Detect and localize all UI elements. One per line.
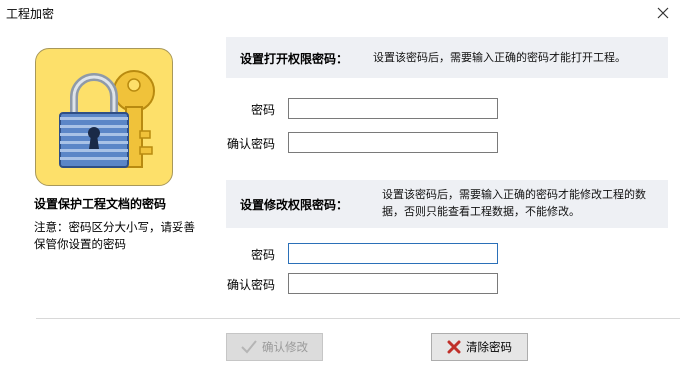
clear-password-button[interactable]: 清除密码 xyxy=(431,333,528,361)
modify-section-header: 设置修改权限密码： 设置该密码后，需要输入正确的密码才能修改工程的数据，否则只能… xyxy=(226,180,668,228)
confirm-modify-button[interactable]: 确认修改 xyxy=(226,333,323,361)
modify-confirm-input[interactable] xyxy=(288,273,498,294)
left-note: 注意：密码区分大小写，请妥善保管你设置的密码 xyxy=(34,220,195,251)
window-title: 工程加密 xyxy=(6,7,55,21)
left-heading: 设置保护工程文档的密码 xyxy=(34,197,167,211)
open-password-label: 密码 xyxy=(250,103,275,117)
open-section-header: 设置打开权限密码： 设置该密码后，需要输入正确的密码才能打开工程。 xyxy=(226,37,668,78)
modify-section-description: 设置该密码后，需要输入正确的密码才能修改工程的数据，否则只能查看工程数据，不能修… xyxy=(382,188,646,218)
modify-confirm-label: 确认密码 xyxy=(226,278,275,292)
modify-password-input[interactable] xyxy=(288,243,498,264)
modify-password-label: 密码 xyxy=(250,248,275,262)
red-x-icon xyxy=(447,340,461,354)
checkmark-icon xyxy=(241,340,257,354)
confirm-modify-label: 确认修改 xyxy=(262,340,308,354)
open-section-description: 设置该密码后，需要输入正确的密码才能打开工程。 xyxy=(373,51,626,64)
lock-key-icon xyxy=(35,48,173,186)
open-confirm-label: 确认密码 xyxy=(226,137,275,151)
open-password-input[interactable] xyxy=(288,98,498,119)
open-section-title: 设置打开权限密码： xyxy=(240,52,349,66)
open-confirm-input[interactable] xyxy=(288,132,498,153)
left-pane: 设置保护工程文档的密码 注意：密码区分大小写，请妥善保管你设置的密码 xyxy=(0,26,215,316)
close-button[interactable] xyxy=(652,2,674,24)
close-icon xyxy=(657,7,669,19)
modify-section-title: 设置修改权限密码： xyxy=(240,198,349,212)
title-bar: 工程加密 xyxy=(0,0,680,26)
divider xyxy=(36,318,680,319)
clear-password-label: 清除密码 xyxy=(466,340,512,354)
